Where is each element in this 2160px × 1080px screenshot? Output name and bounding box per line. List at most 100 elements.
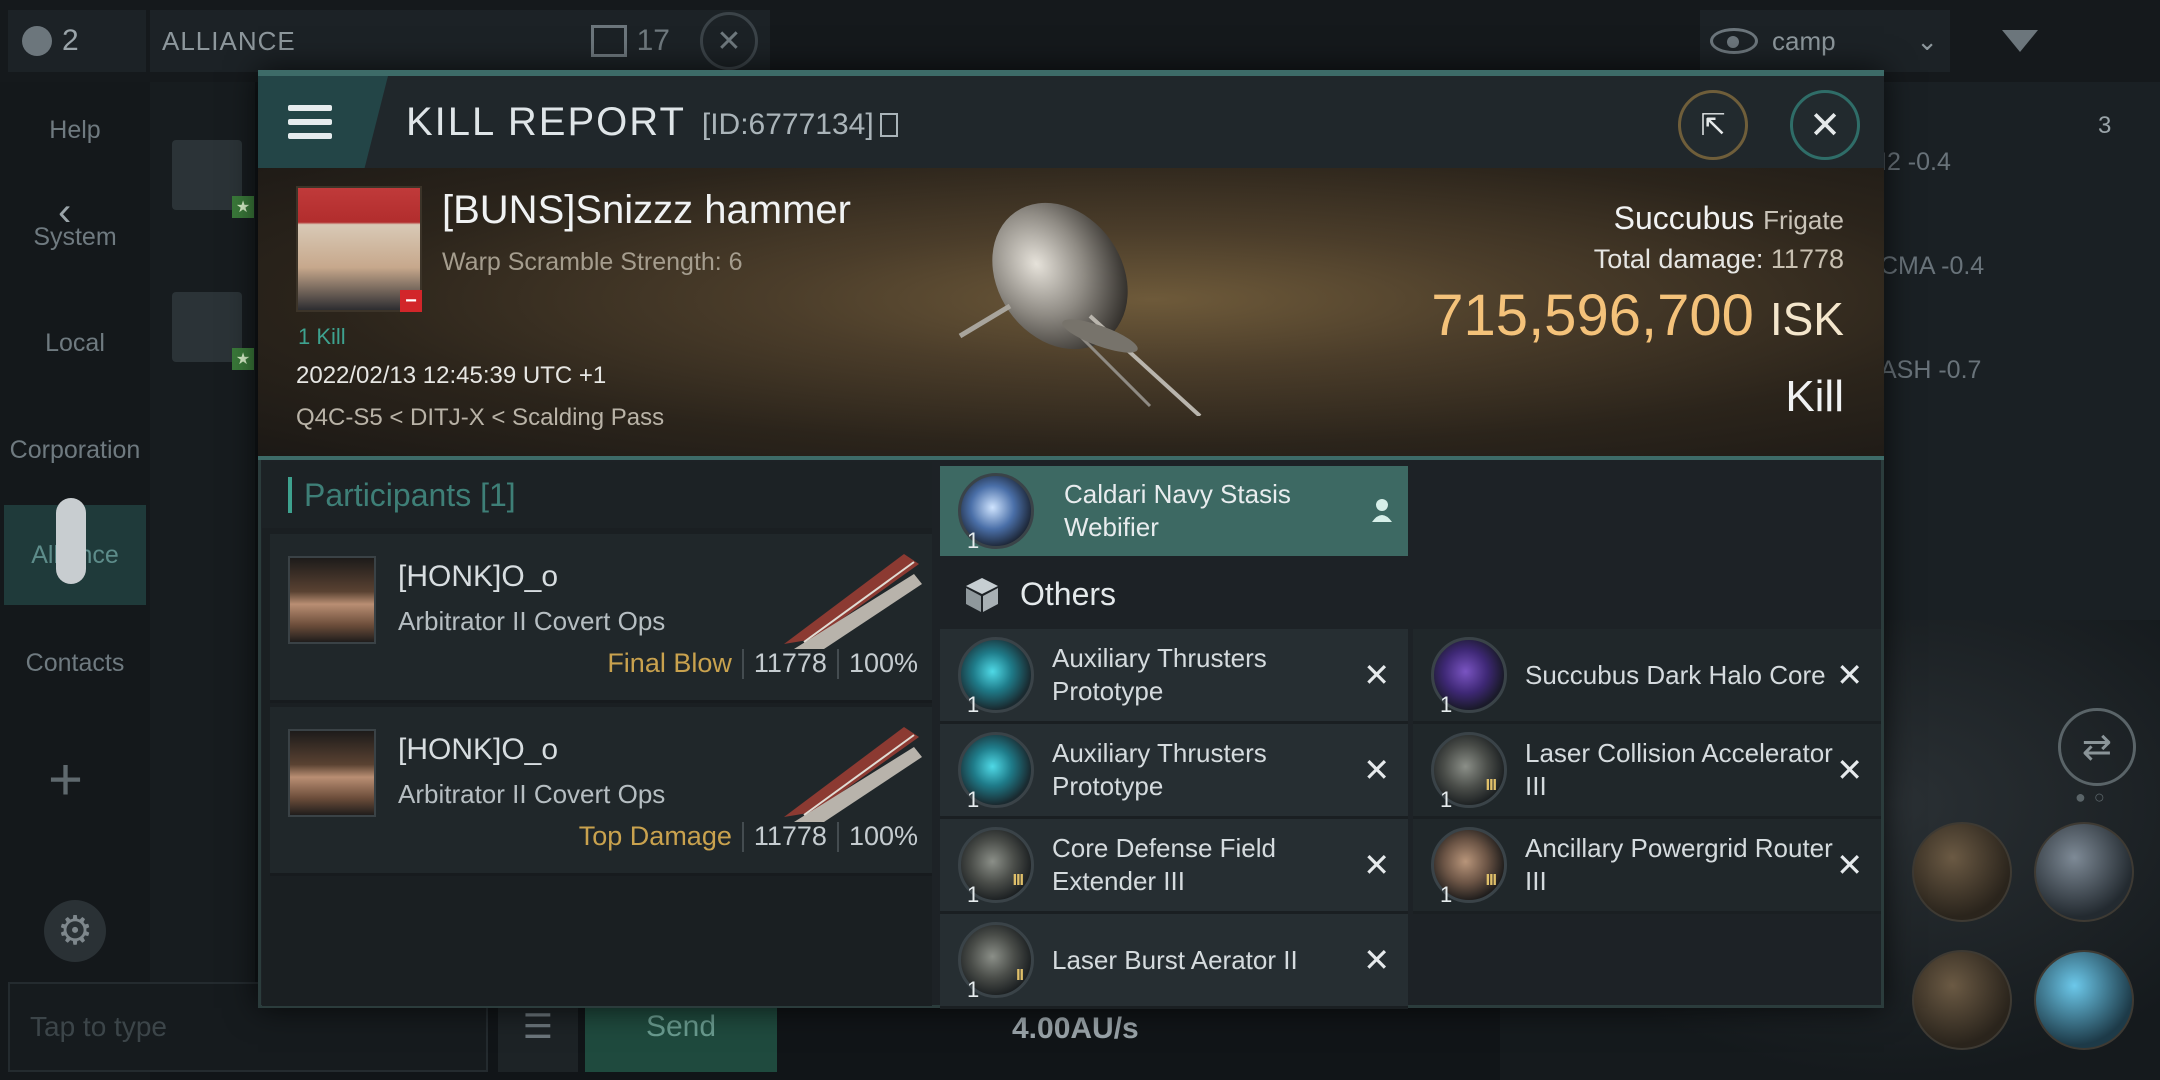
participant-ship-image bbox=[784, 727, 922, 822]
dropped-item[interactable]: 1 III Core Defense Field Extender III ✕ bbox=[940, 819, 1408, 914]
destroyed-x-icon: ✕ bbox=[1363, 752, 1390, 788]
isk-amount: 715,596,700 bbox=[1431, 283, 1754, 348]
sidebar-item-label: Corporation bbox=[9, 435, 141, 464]
overview-badge: 3 bbox=[2098, 112, 2112, 139]
module-button[interactable] bbox=[1912, 950, 2012, 1050]
dropped-item[interactable]: 1 Auxiliary Thrusters Prototype ✕ bbox=[940, 629, 1408, 724]
item-label: Laser Burst Aerator II bbox=[1052, 944, 1298, 975]
participant-damage: 11778 bbox=[753, 648, 827, 678]
participant-percent: 100% bbox=[848, 648, 918, 678]
swap-button[interactable]: ⇄ bbox=[2058, 708, 2136, 786]
ship-class: Frigate bbox=[1763, 205, 1844, 235]
shield-rig-icon: 1 III bbox=[958, 827, 1034, 907]
overview-preset-select[interactable]: camp ⌄ bbox=[1700, 10, 1950, 72]
report-id: [ID:6777134] bbox=[701, 108, 874, 141]
sidebar-item-label: Local bbox=[45, 328, 105, 357]
star-icon: ★ bbox=[232, 348, 254, 370]
overview-line[interactable]: I2 -0.4 bbox=[1880, 110, 2080, 214]
participant-portrait[interactable] bbox=[288, 556, 376, 644]
module-button[interactable] bbox=[1912, 822, 2012, 922]
laser-rig-icon: 1 III bbox=[1431, 732, 1507, 812]
filter-button[interactable] bbox=[1975, 10, 2065, 72]
module-button[interactable] bbox=[2034, 822, 2134, 922]
participant-row[interactable]: [HONK]O_o Arbitrator II Covert Ops Top D… bbox=[270, 707, 932, 876]
participant-damage: 11778 bbox=[753, 821, 827, 851]
item-label: Laser Collision Accelerator III bbox=[1525, 738, 1833, 801]
menu-button[interactable] bbox=[258, 76, 388, 168]
sidebar-item-label: System bbox=[33, 222, 117, 251]
module-button[interactable] bbox=[2034, 950, 2134, 1050]
item-quantity: 1 bbox=[1440, 787, 1453, 812]
item-label: Core Defense Field Extender III bbox=[1052, 833, 1276, 896]
add-channel-button[interactable]: + bbox=[48, 745, 83, 814]
dropped-item[interactable]: 1 Succubus Dark Halo Core ✕ bbox=[1413, 629, 1881, 724]
settings-button[interactable]: ⚙ bbox=[44, 900, 106, 962]
dialog-header: KILL REPORT [ID:6777134] bbox=[258, 76, 1884, 168]
copy-icon[interactable] bbox=[879, 113, 898, 137]
dropped-item[interactable]: 1 II Laser Burst Aerator II ✕ bbox=[940, 914, 1408, 1009]
victim-name[interactable]: [BUNS]Snizzz hammer bbox=[442, 188, 851, 233]
divider bbox=[836, 821, 839, 852]
sidebar-item-contacts[interactable]: Contacts bbox=[0, 618, 150, 708]
gear-icon: ⚙ bbox=[57, 909, 93, 953]
tech-level: III bbox=[1012, 872, 1024, 889]
sidebar-item-system[interactable]: System bbox=[0, 192, 150, 282]
core-icon: 1 bbox=[1431, 637, 1507, 717]
item-label: Caldari Navy Stasis Webifier bbox=[1064, 479, 1291, 542]
divider bbox=[836, 648, 839, 679]
dropped-item[interactable]: 1 III Laser Collision Accelerator III ✕ bbox=[1413, 724, 1881, 819]
overview-preset-label: camp bbox=[1772, 25, 1836, 56]
sidebar-item-corporation[interactable]: Corporation bbox=[0, 405, 150, 495]
participants-header: Participants [1] bbox=[262, 462, 932, 528]
eye-icon bbox=[1710, 28, 1758, 54]
filter-icon bbox=[2002, 30, 2038, 52]
mail-count: 17 bbox=[636, 24, 670, 57]
item-quantity: 1 bbox=[1440, 692, 1453, 717]
tech-level: III bbox=[1485, 777, 1497, 794]
cargo-box-icon bbox=[966, 578, 998, 612]
item-quantity: 1 bbox=[967, 787, 980, 812]
fitted-module-item[interactable]: 1 Caldari Navy Stasis Webifier bbox=[940, 466, 1408, 556]
overview-list: I2 -0.4 CMA -0.4 ASH -0.7 bbox=[1880, 110, 2080, 422]
overview-line[interactable]: CMA -0.4 bbox=[1880, 214, 2080, 318]
sidebar-item-local[interactable]: Local bbox=[0, 298, 150, 388]
kill-location[interactable]: Q4C-S5 < DITJ-X < Scalding Pass bbox=[296, 404, 664, 432]
dropped-item[interactable]: 1 III Ancillary Powergrid Router III ✕ bbox=[1413, 819, 1881, 914]
item-label: Ancillary Powergrid Router III bbox=[1525, 833, 1833, 896]
sidebar-item-help[interactable]: Help bbox=[0, 85, 150, 175]
destroyed-x-icon: ✕ bbox=[1836, 752, 1863, 788]
result-label: Kill bbox=[1785, 372, 1844, 421]
participant-name: [HONK]O_o bbox=[398, 733, 559, 766]
overview-line[interactable]: ASH -0.7 bbox=[1880, 318, 2080, 422]
close-chat-button[interactable]: ✕ bbox=[700, 12, 758, 70]
destroyed-x-icon: ✕ bbox=[1836, 657, 1863, 693]
user-icon bbox=[22, 26, 52, 56]
page-dots: ●○ bbox=[2075, 787, 2113, 807]
participant-portrait[interactable] bbox=[288, 729, 376, 817]
victim-ship-image bbox=[958, 202, 1202, 416]
share-button[interactable]: ⇱ bbox=[1678, 90, 1748, 160]
participant-stats: Top Damage 11778 100% bbox=[579, 821, 918, 852]
tech-level: II bbox=[1016, 967, 1024, 984]
item-label: Succubus Dark Halo Core bbox=[1525, 659, 1826, 690]
participant-ship: Arbitrator II Covert Ops bbox=[398, 606, 666, 636]
kill-datetime: 2022/02/13 12:45:39 UTC +1 bbox=[296, 362, 607, 389]
online-users-button[interactable]: 2 bbox=[8, 10, 146, 72]
scrollbar-handle[interactable] bbox=[56, 498, 86, 584]
total-damage-value: 11778 bbox=[1770, 244, 1844, 274]
close-icon: ✕ bbox=[1809, 104, 1841, 147]
mail-icon[interactable] bbox=[590, 25, 627, 57]
close-button[interactable]: ✕ bbox=[1790, 90, 1860, 160]
others-label: Others bbox=[1020, 575, 1117, 612]
section-marker bbox=[288, 477, 292, 513]
item-quantity: 1 bbox=[967, 528, 980, 553]
dropped-item[interactable]: 1 Auxiliary Thrusters Prototype ✕ bbox=[940, 724, 1408, 819]
participant-row[interactable]: [HONK]O_o Arbitrator II Covert Ops Final… bbox=[270, 534, 932, 703]
item-quantity: 1 bbox=[967, 977, 980, 1002]
ship-name[interactable]: Succubus Frigate bbox=[1614, 200, 1844, 237]
participants-count: [1] bbox=[480, 476, 516, 513]
powergrid-rig-icon: 1 III bbox=[1431, 827, 1507, 907]
item-quantity: 1 bbox=[1440, 882, 1453, 907]
participant-ship: Arbitrator II Covert Ops bbox=[398, 779, 666, 809]
chat-channel-header: ALLIANCE 17 ✕ bbox=[150, 10, 770, 72]
